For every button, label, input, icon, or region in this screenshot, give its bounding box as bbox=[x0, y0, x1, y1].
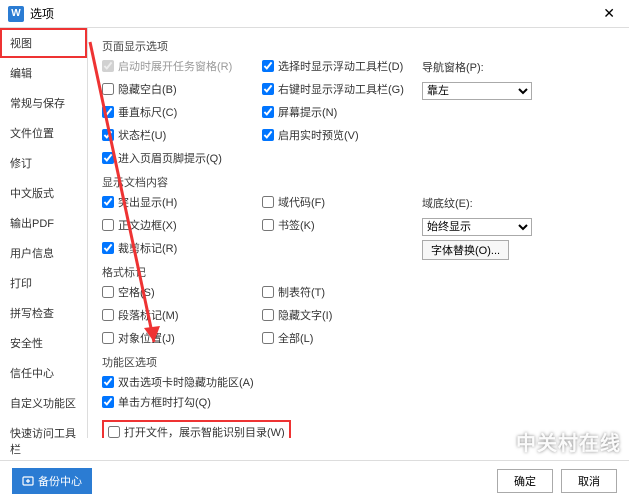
chk-crop-mark[interactable] bbox=[102, 242, 114, 254]
lbl-all: 全部(L) bbox=[278, 330, 313, 346]
chk-rt-preview[interactable] bbox=[262, 129, 274, 141]
lbl-space: 空格(S) bbox=[118, 284, 155, 300]
select-nav-pane[interactable]: 靠左 bbox=[422, 82, 532, 100]
app-icon: W bbox=[8, 6, 24, 22]
sidebar-item-5[interactable]: 中文版式 bbox=[0, 178, 87, 208]
lbl-screentip: 屏幕提示(N) bbox=[278, 104, 337, 120]
watermark-icon bbox=[490, 431, 512, 453]
lbl-obj-pos: 对象位置(J) bbox=[118, 330, 175, 346]
lbl-field-shading: 域底纹(E): bbox=[422, 195, 473, 211]
sidebar-item-10[interactable]: 安全性 bbox=[0, 328, 87, 358]
lbl-rclick-float: 右键时显示浮动工具栏(G) bbox=[278, 81, 404, 97]
chk-open-smart[interactable] bbox=[108, 426, 120, 438]
close-icon[interactable]: ✕ bbox=[597, 5, 621, 22]
backup-center-button[interactable]: 备份中心 bbox=[12, 468, 92, 494]
lbl-vruler: 垂直标尺(C) bbox=[118, 104, 177, 120]
chk-dblclick-hide[interactable] bbox=[102, 376, 114, 388]
section-format-marks: 格式标记 bbox=[102, 264, 619, 280]
sidebar-item-9[interactable]: 拼写检查 bbox=[0, 298, 87, 328]
lbl-rt-preview: 启用实时预览(V) bbox=[278, 127, 359, 143]
chk-float-select[interactable] bbox=[262, 60, 274, 72]
chk-obj-pos[interactable] bbox=[102, 332, 114, 344]
lbl-text-border: 正文边框(X) bbox=[118, 217, 177, 233]
section-ribbon: 功能区选项 bbox=[102, 354, 619, 370]
chk-screentip[interactable] bbox=[262, 106, 274, 118]
section-page-display: 页面显示选项 bbox=[102, 38, 619, 54]
sidebar-item-3[interactable]: 文件位置 bbox=[0, 118, 87, 148]
cancel-button[interactable]: 取消 bbox=[561, 469, 617, 493]
lbl-startup-task: 启动时展开任务窗格(R) bbox=[118, 58, 232, 74]
section-doc-content: 显示文档内容 bbox=[102, 174, 619, 190]
lbl-hidden-text: 隐藏文字(I) bbox=[278, 307, 332, 323]
chk-bookmark[interactable] bbox=[262, 219, 274, 231]
chk-all[interactable] bbox=[262, 332, 274, 344]
select-field-shading[interactable]: 始终显示 bbox=[422, 218, 532, 236]
chk-hidden-text[interactable] bbox=[262, 309, 274, 321]
watermark: 中关村在线 bbox=[490, 427, 621, 456]
chk-tab[interactable] bbox=[262, 286, 274, 298]
backup-icon bbox=[22, 475, 34, 487]
chk-startup-task[interactable] bbox=[102, 60, 114, 72]
chk-rclick-float[interactable] bbox=[262, 83, 274, 95]
sidebar-item-0[interactable]: 视图 bbox=[0, 28, 87, 58]
chk-header-footer[interactable] bbox=[102, 152, 114, 164]
lbl-header-footer: 进入页眉页脚提示(Q) bbox=[118, 150, 222, 166]
sidebar-item-2[interactable]: 常规与保存 bbox=[0, 88, 87, 118]
sidebar: 视图编辑常规与保存文件位置修订中文版式输出PDF用户信息打印拼写检查安全性信任中… bbox=[0, 28, 88, 438]
lbl-tab: 制表符(T) bbox=[278, 284, 325, 300]
sidebar-item-6[interactable]: 输出PDF bbox=[0, 208, 87, 238]
sidebar-item-1[interactable]: 编辑 bbox=[0, 58, 87, 88]
sidebar-item-8[interactable]: 打印 bbox=[0, 268, 87, 298]
window-title: 选项 bbox=[30, 5, 54, 22]
chk-highlight[interactable] bbox=[102, 196, 114, 208]
chk-field-code[interactable] bbox=[262, 196, 274, 208]
lbl-open-smart: 打开文件，展示智能识别目录(W) bbox=[124, 424, 285, 438]
chk-space[interactable] bbox=[102, 286, 114, 298]
lbl-dblclick-hide: 双击选项卡时隐藏功能区(A) bbox=[118, 374, 254, 390]
ok-button[interactable]: 确定 bbox=[497, 469, 553, 493]
sidebar-item-13[interactable]: 快速访问工具栏 bbox=[0, 418, 87, 464]
sidebar-item-11[interactable]: 信任中心 bbox=[0, 358, 87, 388]
highlight-open-smart: 打开文件，展示智能识别目录(W) bbox=[102, 420, 291, 438]
lbl-nav-pane: 导航窗格(P): bbox=[422, 59, 484, 75]
btn-font-sub[interactable]: 字体替换(O)... bbox=[422, 240, 509, 260]
chk-para-mark[interactable] bbox=[102, 309, 114, 321]
lbl-para-mark: 段落标记(M) bbox=[118, 307, 179, 323]
lbl-field-code: 域代码(F) bbox=[278, 194, 325, 210]
sidebar-item-12[interactable]: 自定义功能区 bbox=[0, 388, 87, 418]
chk-statusbar[interactable] bbox=[102, 129, 114, 141]
chk-vruler[interactable] bbox=[102, 106, 114, 118]
lbl-highlight: 突出显示(H) bbox=[118, 194, 177, 210]
sidebar-item-7[interactable]: 用户信息 bbox=[0, 238, 87, 268]
lbl-statusbar: 状态栏(U) bbox=[118, 127, 166, 143]
footer: 备份中心 确定 取消 bbox=[0, 460, 629, 500]
content-pane: 页面显示选项 启动时展开任务窗格(R) 选择时显示浮动工具栏(D) 导航窗格(P… bbox=[88, 28, 629, 438]
lbl-bookmark: 书签(K) bbox=[278, 217, 315, 233]
chk-single-click[interactable] bbox=[102, 396, 114, 408]
lbl-single-click: 单击方框时打勾(Q) bbox=[118, 394, 211, 410]
lbl-hide-blank: 隐藏空白(B) bbox=[118, 81, 177, 97]
sidebar-item-4[interactable]: 修订 bbox=[0, 148, 87, 178]
chk-text-border[interactable] bbox=[102, 219, 114, 231]
titlebar: W 选项 ✕ bbox=[0, 0, 629, 28]
chk-hide-blank[interactable] bbox=[102, 83, 114, 95]
lbl-crop-mark: 裁剪标记(R) bbox=[118, 240, 177, 256]
lbl-float-select: 选择时显示浮动工具栏(D) bbox=[278, 58, 403, 74]
